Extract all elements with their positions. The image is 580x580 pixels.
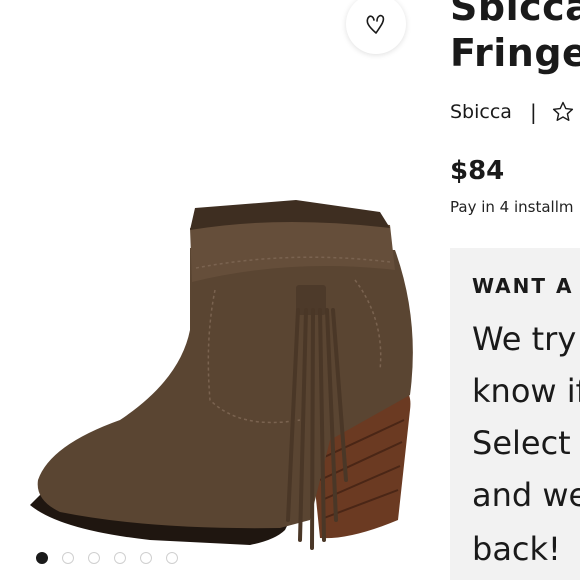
installments-text[interactable]: Pay in 4 installm bbox=[450, 198, 573, 216]
product-price: $84 bbox=[450, 156, 505, 186]
product-title-line: Sbicca bbox=[450, 0, 580, 29]
gallery-dot[interactable] bbox=[166, 552, 178, 564]
brand-link[interactable]: Sbicca bbox=[450, 101, 512, 123]
product-image-gallery[interactable] bbox=[0, 0, 432, 580]
notice-line: back! bbox=[472, 530, 561, 568]
heart-icon bbox=[366, 14, 385, 34]
product-title: Sbicca Fringe bbox=[450, 0, 580, 76]
notice-line: We try bbox=[472, 320, 577, 358]
gallery-dot[interactable] bbox=[62, 552, 74, 564]
notice-heading: WANT A F bbox=[472, 274, 580, 298]
gallery-dot[interactable] bbox=[88, 552, 100, 564]
brand-separator: | bbox=[529, 100, 537, 124]
gallery-pagination bbox=[36, 552, 178, 564]
gallery-dot[interactable] bbox=[36, 552, 48, 564]
notice-line: know if bbox=[472, 372, 580, 410]
product-title-line: Fringe bbox=[450, 31, 580, 75]
brand-row: Sbicca | bbox=[450, 100, 575, 124]
notice-line: and we bbox=[472, 476, 580, 514]
star-outline-icon[interactable] bbox=[551, 100, 575, 124]
product-details: Sbicca Fringe Sbicca | $84 Pay in 4 inst… bbox=[450, 0, 580, 580]
product-image bbox=[30, 200, 413, 550]
notice-panel: WANT A F We try know if Select and we ba… bbox=[450, 248, 580, 580]
gallery-dot[interactable] bbox=[140, 552, 152, 564]
notice-line: Select bbox=[472, 424, 571, 462]
gallery-dot[interactable] bbox=[114, 552, 126, 564]
